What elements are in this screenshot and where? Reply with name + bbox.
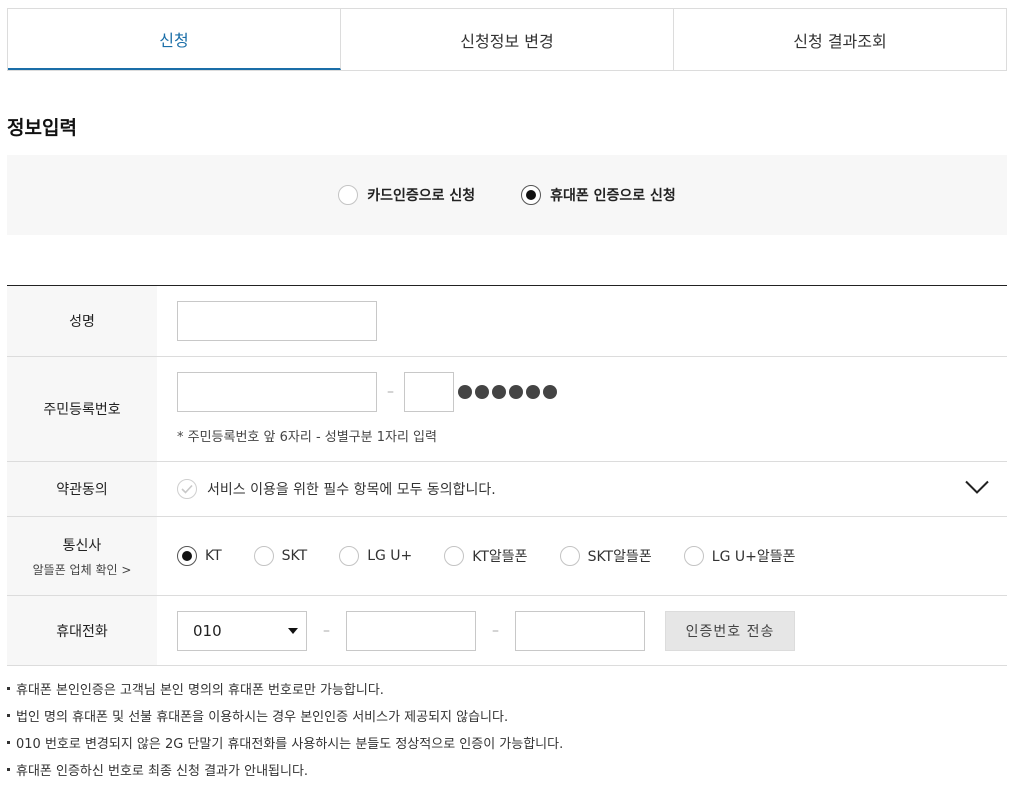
tab-bar: 신청 신청정보 변경 신청 결과조회: [7, 8, 1007, 71]
rrn-cell: – * 주민등록번호 앞 6자리 - 성별구분 1자리 입력: [157, 357, 1007, 461]
terms-label: 약관동의: [7, 462, 157, 516]
carrier-option-kt[interactable]: KT: [177, 546, 222, 566]
note-text: 휴대폰 본인인증은 고객님 본인 명의의 휴대폰 번호로만 가능합니다.: [16, 682, 384, 698]
mask-dot: [458, 385, 472, 399]
phone-label-text: 휴대전화: [56, 623, 108, 640]
carrier-option-kt-mvno[interactable]: KT알뜰폰: [444, 546, 528, 566]
bullet-icon: [7, 740, 10, 744]
name-cell: [157, 286, 1007, 356]
rrn-front-input[interactable]: [177, 372, 377, 412]
carrier-label-kt: KT: [205, 548, 222, 564]
terms-row: 약관동의 서비스 이용을 위한 필수 항목에 모두 동의합니다.: [7, 462, 1007, 517]
rrn-mask-dots: [458, 385, 557, 399]
radio-icon[interactable]: [683, 546, 704, 566]
tab-change-info[interactable]: 신청정보 변경: [341, 9, 674, 70]
name-label: 성명: [7, 286, 157, 356]
section-title: 정보입력: [7, 117, 77, 139]
carrier-option-lgu[interactable]: LG U+: [339, 546, 412, 566]
carrier-label-skt-mvno: SKT알뜰폰: [587, 549, 652, 565]
info-form: 성명 주민등록번호 – * 주민등록번호 앞 6자리 - 성별구분 1자리 입력…: [7, 285, 1007, 666]
phone-cell: 010 – – 인증번호 전송: [157, 596, 1007, 665]
phone-prefix-value: 010: [193, 621, 222, 640]
mvno-check-link[interactable]: 알뜰폰 업체 확인 >: [33, 561, 132, 578]
mask-dot: [492, 385, 506, 399]
rrn-label-text: 주민등록번호: [43, 402, 121, 418]
mask-dot: [543, 385, 557, 399]
carrier-options: KT SKT LG U+ KT알뜰폰 SKT알뜰폰 LG U+알뜰폰: [177, 546, 827, 566]
phone-dash: –: [492, 622, 499, 639]
terms-agree-checkbox[interactable]: 서비스 이용을 위한 필수 항목에 모두 동의합니다.: [177, 479, 496, 499]
send-code-button[interactable]: 인증번호 전송: [665, 610, 795, 651]
notice-list: 휴대폰 본인인증은 고객님 본인 명의의 휴대폰 번호로만 가능합니다. 법인 …: [7, 680, 563, 788]
check-icon[interactable]: [177, 479, 197, 499]
radio-icon[interactable]: [253, 546, 274, 566]
note-text: 휴대폰 인증하신 번호로 최종 신청 결과가 안내됩니다.: [16, 763, 309, 779]
bullet-icon: [7, 767, 10, 771]
note-text: 법인 명의 휴대폰 및 선불 휴대폰을 이용하시는 경우 본인인증 서비스가 제…: [16, 709, 509, 725]
carrier-label-lgu-mvno: LG U+알뜰폰: [711, 549, 796, 565]
name-input[interactable]: [177, 301, 377, 341]
carrier-label-lgu: LG U+: [367, 548, 413, 564]
tab-apply[interactable]: 신청: [8, 9, 341, 70]
auth-phone-option[interactable]: 휴대폰 인증으로 신청: [521, 185, 676, 205]
rrn-dash: –: [387, 384, 394, 400]
rrn-hint: * 주민등록번호 앞 6자리 - 성별구분 1자리 입력: [177, 430, 437, 445]
carrier-label: 통신사 알뜰폰 업체 확인 >: [7, 517, 157, 595]
name-label-text: 성명: [69, 314, 95, 330]
radio-icon[interactable]: [338, 185, 359, 205]
terms-label-text: 약관동의: [56, 482, 108, 498]
caret-down-icon: [288, 627, 298, 634]
phone-prefix-select[interactable]: 010: [177, 610, 307, 651]
terms-cell: 서비스 이용을 위한 필수 항목에 모두 동의합니다.: [157, 462, 1007, 516]
rrn-gender-input[interactable]: [404, 372, 454, 412]
terms-agree-text: 서비스 이용을 위한 필수 항목에 모두 동의합니다.: [207, 482, 496, 498]
list-item: 법인 명의 휴대폰 및 선불 휴대폰을 이용하시는 경우 본인인증 서비스가 제…: [7, 707, 563, 725]
carrier-option-skt-mvno[interactable]: SKT알뜰폰: [559, 546, 652, 566]
phone-label: 휴대전화: [7, 596, 157, 665]
carrier-option-skt[interactable]: SKT: [253, 546, 308, 566]
note-text: 010 번호로 변경되지 않은 2G 단말기 휴대전화를 사용하시는 분들도 정…: [16, 736, 564, 752]
tab-result-lookup[interactable]: 신청 결과조회: [674, 9, 1006, 70]
auth-card-option[interactable]: 카드인증으로 신청: [338, 185, 475, 205]
list-item: 010 번호로 변경되지 않은 2G 단말기 휴대전화를 사용하시는 분들도 정…: [7, 734, 564, 752]
radio-icon[interactable]: [339, 546, 360, 566]
mask-dot: [475, 385, 489, 399]
phone-row: 휴대전화 010 – – 인증번호 전송: [7, 596, 1007, 666]
carrier-cell: KT SKT LG U+ KT알뜰폰 SKT알뜰폰 LG U+알뜰폰: [157, 517, 1007, 595]
bullet-icon: [7, 686, 10, 690]
bullet-icon: [7, 713, 10, 717]
radio-icon[interactable]: [559, 546, 580, 566]
phone-dash: –: [323, 622, 330, 639]
carrier-label-text: 통신사: [62, 537, 102, 554]
rrn-row: 주민등록번호 – * 주민등록번호 앞 6자리 - 성별구분 1자리 입력: [7, 357, 1007, 462]
carrier-option-lgu-mvno[interactable]: LG U+알뜰폰: [683, 546, 796, 566]
radio-checked-icon[interactable]: [177, 546, 197, 566]
chevron-down-icon[interactable]: [965, 480, 989, 499]
name-row: 성명: [7, 286, 1007, 357]
radio-checked-icon[interactable]: [521, 185, 542, 205]
carrier-label-skt: SKT: [281, 548, 308, 564]
mask-dot: [509, 385, 523, 399]
auth-method-box: 카드인증으로 신청 휴대폰 인증으로 신청: [7, 155, 1007, 235]
auth-phone-label: 휴대폰 인증으로 신청: [550, 188, 676, 204]
rrn-label: 주민등록번호: [7, 357, 157, 461]
phone-last-input[interactable]: [515, 610, 645, 651]
carrier-label-kt-mvno: KT알뜰폰: [472, 549, 528, 565]
mask-dot: [526, 385, 540, 399]
list-item: 휴대폰 인증하신 번호로 최종 신청 결과가 안내됩니다.: [7, 761, 563, 779]
carrier-row: 통신사 알뜰폰 업체 확인 > KT SKT LG U+ KT알뜰폰 SKT알뜰…: [7, 517, 1007, 596]
radio-icon[interactable]: [444, 546, 465, 566]
list-item: 휴대폰 본인인증은 고객님 본인 명의의 휴대폰 번호로만 가능합니다.: [7, 680, 563, 698]
phone-middle-input[interactable]: [346, 610, 476, 651]
auth-card-label: 카드인증으로 신청: [367, 188, 476, 204]
